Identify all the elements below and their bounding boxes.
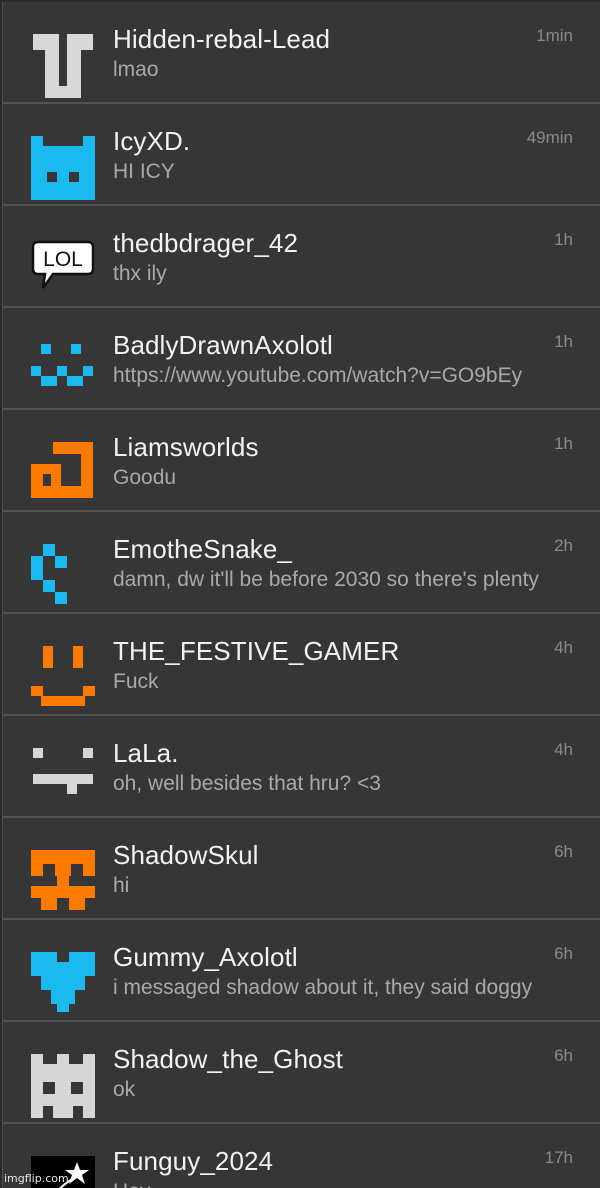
contact-name: Liamsworlds — [113, 432, 259, 462]
orange-spiral-avatar-icon[interactable] — [31, 442, 95, 506]
orange-skull-avatar-icon[interactable] — [31, 850, 95, 914]
timestamp: 1h — [554, 434, 573, 453]
message-preview: hi — [113, 874, 130, 897]
timestamp: 17h — [544, 1148, 573, 1167]
contact-name: IcyXD. — [113, 126, 191, 156]
blue-cat-avatar-icon[interactable] — [31, 136, 95, 200]
timestamp: 6h — [554, 1046, 573, 1065]
timestamp: 6h — [554, 842, 573, 861]
blue-heart-avatar-icon[interactable] — [31, 952, 95, 1016]
conversation-row[interactable]: Liamsworlds Goodu 1h — [3, 410, 600, 512]
message-preview: i messaged shadow about it, they said do… — [113, 976, 533, 999]
contact-name: BadlyDrawnAxolotl — [113, 330, 333, 360]
conversation-row[interactable]: Funguy_2024 Hey 17h — [3, 1124, 600, 1188]
message-preview: Hey — [113, 1180, 574, 1188]
blue-snake-avatar-icon[interactable] — [31, 544, 95, 608]
timestamp: 49min — [526, 128, 573, 147]
svg-text:LOL: LOL — [43, 248, 83, 271]
conversation-row[interactable]: Shadow_the_Ghost ok 6h — [3, 1022, 600, 1124]
conversation-row[interactable]: Gummy_Axolotl i messaged shadow about it… — [3, 920, 600, 1022]
contact-name: EmotheSnake_ — [113, 534, 292, 564]
contact-name: Gummy_Axolotl — [113, 942, 298, 972]
message-preview: oh, well besides that hru? <3 — [113, 772, 381, 795]
message-preview: Goodu — [113, 466, 177, 489]
conversation-row[interactable]: LOL thedbdrager_42 thx ily 1h — [3, 206, 600, 308]
timestamp: 1h — [554, 332, 573, 351]
conversation-row[interactable]: EmotheSnake_ damn, dw it'll be before 20… — [3, 512, 600, 614]
imgflip-watermark: imgflip.com — [4, 1172, 69, 1185]
contact-name: Hidden-rebal-Lead — [113, 24, 331, 54]
timestamp: 1min — [536, 26, 573, 45]
timestamp: 4h — [554, 740, 573, 759]
contact-name: thedbdrager_42 — [113, 228, 298, 258]
contact-name: Funguy_2024 — [113, 1146, 274, 1176]
contact-name: THE_FESTIVE_GAMER — [113, 636, 400, 666]
timestamp: 6h — [554, 944, 573, 963]
conversation-row[interactable]: LaLa. oh, well besides that hru? <3 4h — [3, 716, 600, 818]
conversation-list[interactable]: Hidden-rebal-Lead lmao 1min IcyXD. HI IC… — [2, 2, 600, 1188]
gray-face-avatar-icon[interactable] — [31, 748, 95, 812]
message-preview: lmao — [113, 58, 159, 81]
orange-smiley-avatar-icon[interactable] — [31, 646, 95, 710]
conversation-row[interactable]: ShadowSkul hi 6h — [3, 818, 600, 920]
message-preview: https://www.youtube.com/watch?v=GO9bEy — [113, 364, 523, 387]
message-preview: HI ICY — [113, 160, 175, 183]
conversation-row[interactable]: BadlyDrawnAxolotl https://www.youtube.co… — [3, 308, 600, 410]
contact-name: LaLa. — [113, 738, 179, 768]
message-preview: Fuck — [113, 670, 159, 693]
conversation-row[interactable]: THE_FESTIVE_GAMER Fuck 4h — [3, 614, 600, 716]
timestamp: 2h — [554, 536, 573, 555]
gray-ghost-avatar-icon[interactable] — [31, 1054, 95, 1118]
conversation-row[interactable]: IcyXD. HI ICY 49min — [3, 104, 600, 206]
conversation-row[interactable]: Hidden-rebal-Lead lmao 1min — [3, 2, 600, 104]
lol-speech-bubble-avatar-icon[interactable]: LOL — [31, 238, 95, 302]
timestamp: 1h — [554, 230, 573, 249]
message-preview: ok — [113, 1078, 136, 1101]
blue-smiley-avatar-icon[interactable] — [31, 340, 95, 404]
contact-name: Shadow_the_Ghost — [113, 1044, 343, 1074]
contact-name: ShadowSkul — [113, 840, 259, 870]
message-preview: thx ily — [113, 262, 167, 285]
light-gray-totem-avatar-icon[interactable] — [31, 34, 95, 98]
timestamp: 4h — [554, 638, 573, 657]
message-preview: damn, dw it'll be before 2030 so there's… — [113, 568, 539, 591]
